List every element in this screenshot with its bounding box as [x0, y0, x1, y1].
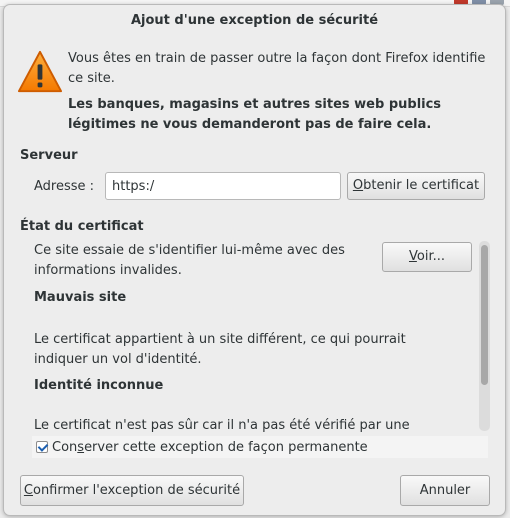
permanent-checkbox-label[interactable]: Conserver cette exception de façon perma… [52, 440, 368, 455]
certificate-status-title: État du certificat [20, 219, 144, 234]
scrollbar-thumb[interactable] [481, 245, 488, 385]
cancel-button[interactable]: Annuler [400, 475, 490, 506]
address-label: Adresse : [34, 179, 95, 194]
security-exception-dialog: Ajout d'une exception de sécurité Vous ê… [3, 4, 506, 516]
bad-site-text: Le certificat appartient à un site diffé… [34, 332, 406, 367]
dialog-title: Ajout d'une exception de sécurité [130, 13, 379, 28]
permanent-checkbox[interactable] [36, 441, 48, 453]
permanent-exception-row[interactable]: Conserver cette exception de façon perma… [32, 436, 488, 458]
intro-warning-text: Vous êtes en train de passer outre la fa… [68, 51, 486, 86]
confirm-exception-button[interactable]: Confirmer l'exception de sécurité [20, 475, 244, 506]
address-input[interactable] [105, 172, 341, 200]
invalid-info-text: Ce site essaie de s'identifier lui-même … [34, 243, 345, 278]
server-section-title: Serveur [20, 148, 78, 163]
view-certificate-button[interactable]: Voir... [382, 242, 472, 272]
intro-bold-text: Les banques, magasins et autres sites we… [68, 97, 442, 132]
unknown-identity-title: Identité inconnue [34, 378, 164, 393]
bad-site-title: Mauvais site [34, 290, 127, 305]
certificate-scrollbar[interactable] [479, 241, 490, 431]
warning-triangle-icon [17, 50, 63, 93]
get-certificate-button[interactable]: Obtenir le certificat [347, 172, 485, 200]
unknown-identity-text: Le certificat n'est pas sûr car il n'a p… [34, 418, 410, 433]
